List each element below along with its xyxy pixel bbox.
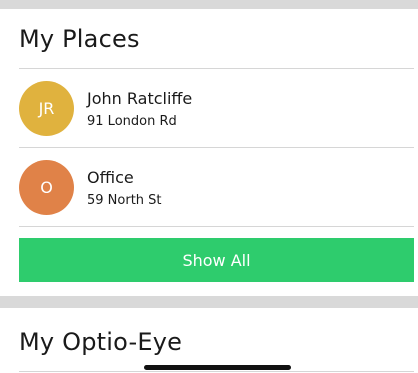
divider [19,226,414,227]
my-optio-eye-card: My Optio-Eye [0,308,418,373]
place-name: Office [87,168,134,187]
place-address: 59 North St [87,193,162,208]
show-all-button[interactable]: Show All [19,238,414,282]
place-address: 91 London Rd [87,114,177,129]
divider [19,371,414,372]
screen: My Places JR John Ratcliffe 91 London Rd… [0,0,418,373]
section-title-my-places: My Places [19,25,140,53]
place-item-office[interactable]: O Office 59 North St [0,148,418,226]
avatar: JR [19,81,74,136]
my-places-card: My Places JR John Ratcliffe 91 London Rd… [0,9,418,296]
section-title-my-optio-eye: My Optio-Eye [19,328,183,356]
place-item-john-ratcliffe[interactable]: JR John Ratcliffe 91 London Rd [0,69,418,147]
home-indicator [144,365,291,370]
place-name: John Ratcliffe [87,89,193,108]
avatar: O [19,160,74,215]
